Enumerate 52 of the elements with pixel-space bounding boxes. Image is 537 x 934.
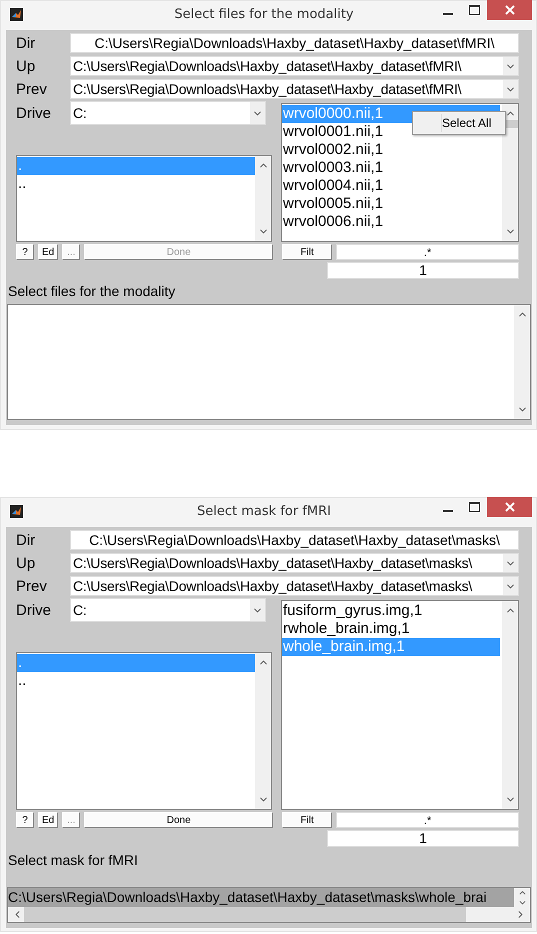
field-label: Prev [16,578,48,594]
maximize-icon [468,5,480,15]
toolbar-button[interactable]: Ed [38,244,58,260]
minimize-icon [443,13,453,15]
path-field[interactable]: C:\Users\Regia\Downloads\Haxby_dataset\Haxby_dataset\fMRI\ [70,33,519,53]
filter-field[interactable]: .* [336,812,520,828]
filter-field[interactable]: .* [336,244,520,260]
close-button[interactable] [487,0,532,20]
field-label: Up [16,554,36,572]
drive-dropdown[interactable]: C: [70,101,266,125]
file-item[interactable]: wrvol0006.nii,1 [282,213,500,231]
app-icon [10,8,23,21]
directory-item[interactable]: .. [17,175,255,193]
close-button[interactable] [487,497,532,517]
toolbar-button[interactable]: Done [84,812,274,828]
toolbar-button[interactable]: ? [16,812,34,828]
field-label: Drive [16,602,52,618]
path-dropdown[interactable]: C:\Users\Regia\Downloads\Haxby_dataset\Haxby_dataset\masks\ [70,553,519,573]
toolbar-button[interactable]: Ed [38,812,58,828]
drive-dropdown[interactable]: C: [70,598,266,622]
file-item[interactable]: wrvol0002.nii,1 [282,141,500,159]
path-dropdown[interactable]: C:\Users\Regia\Downloads\Haxby_dataset\Haxby_dataset\masks\ [70,576,519,596]
file-item[interactable]: rwhole_brain.img,1 [282,620,500,638]
maximize-icon [468,502,480,512]
filter-button[interactable]: Filt [282,812,332,828]
minimize-icon [443,510,453,512]
file-item[interactable]: fusiform_gyrus.img,1 [282,602,500,620]
field-label: Up [16,58,36,74]
field-label: Prev [16,80,48,98]
close-icon [504,5,514,15]
frames-field[interactable]: 1 [327,830,519,847]
window-title: Select files for the modality [173,7,355,22]
close-icon [504,502,514,512]
path-field[interactable]: C:\Users\Regia\Downloads\Haxby_dataset\Haxby_dataset\masks\ [70,530,519,550]
app-icon [10,505,23,518]
file-item[interactable]: wrvol0003.nii,1 [282,159,500,177]
frames-field[interactable]: 1 [327,262,519,279]
field-label: Dir [16,532,36,548]
field-label: Dir [16,34,36,52]
toolbar-button[interactable]: ? [16,244,34,260]
path-dropdown[interactable]: C:\Users\Regia\Downloads\Haxby_dataset\Haxby_dataset\fMRI\ [70,56,519,76]
path-dropdown[interactable]: C:\Users\Regia\Downloads\Haxby_dataset\Haxby_dataset\fMRI\ [70,79,519,99]
prompt-text: Select files for the modality [8,283,176,300]
window-title: Select mask for fMRI [196,504,332,519]
directory-item[interactable]: .. [17,672,255,690]
prompt-text: Select mask for fMRI [8,852,139,869]
selected-file-item[interactable]: C:\Users\Regia\Downloads\Haxby_dataset\Haxby_dataset\masks\whole_brai [8,888,514,907]
file-item[interactable]: wrvol0005.nii,1 [282,195,500,213]
file-item[interactable]: wrvol0004.nii,1 [282,177,500,195]
filter-button[interactable]: Filt [282,244,332,260]
field-label: Drive [16,104,52,122]
menu-item[interactable]: Select All [441,114,504,132]
